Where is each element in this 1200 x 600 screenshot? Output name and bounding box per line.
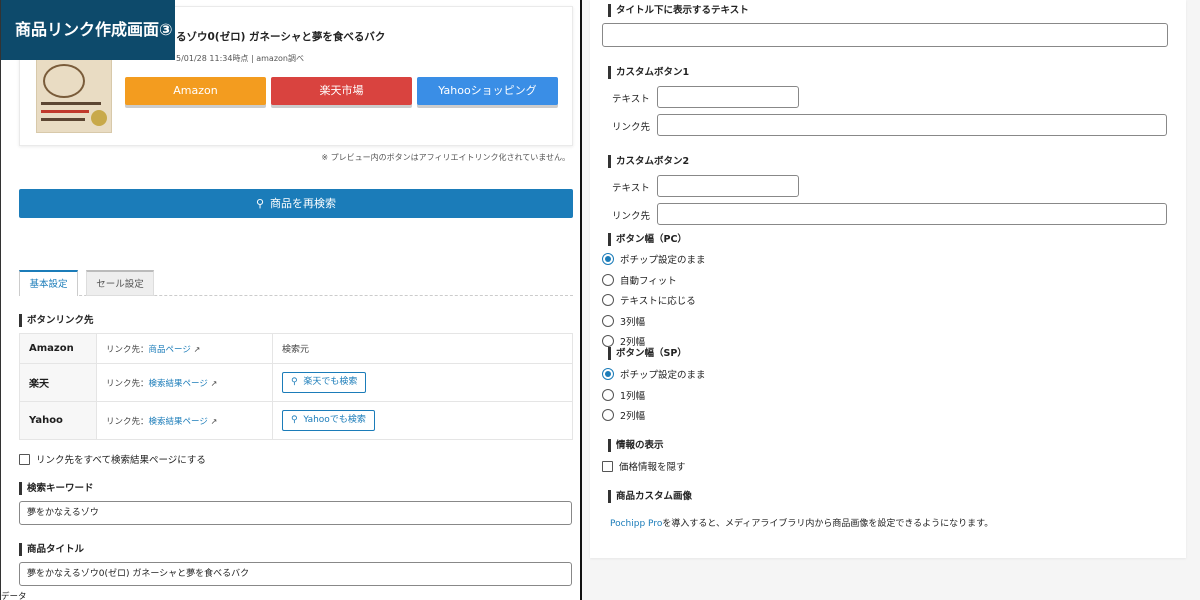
- custom-button-1-link-input[interactable]: [657, 114, 1167, 136]
- custom-button-1-text-input[interactable]: [657, 86, 799, 108]
- radio-button[interactable]: [602, 409, 614, 421]
- radio-pc-option-3[interactable]: 3列幅: [602, 314, 645, 328]
- table-row: Yahoo リンク先：検索結果ページ ↗ ⚲ Yahooでも検索: [19, 401, 573, 440]
- table-row: 楽天 リンク先：検索結果ページ ↗ ⚲ 楽天でも検索: [19, 363, 573, 402]
- left-panel: 商品リンク作成画面③ るゾウ0(ゼロ) ガネーシャと夢を食べるバク 5/01/2…: [0, 0, 580, 600]
- radio-sp-option-2[interactable]: 2列幅: [602, 408, 645, 422]
- search-icon: ⚲: [291, 415, 298, 425]
- checkbox[interactable]: [602, 460, 613, 472]
- pro-notice: Pochipp Proを導入すると、メディアライブラリ内から商品画像を設定できる…: [610, 516, 993, 529]
- checkbox[interactable]: [19, 453, 30, 465]
- radio-button[interactable]: [602, 294, 614, 306]
- radio-label: 自動フィット: [620, 276, 677, 287]
- external-link-icon: ↗: [210, 378, 218, 388]
- radio-button[interactable]: [602, 368, 614, 380]
- caption-badge: 商品リンク作成画面③: [1, 0, 175, 60]
- custom-button-2-text-input[interactable]: [657, 175, 799, 197]
- store-name: Yahoo: [19, 401, 97, 440]
- radio-label: テキストに応じる: [620, 296, 696, 307]
- radio-button[interactable]: [602, 253, 614, 265]
- amazon-button[interactable]: Amazon: [125, 77, 266, 105]
- radio-pc-option-0[interactable]: ポチップ設定のまま: [602, 252, 706, 266]
- search-result-link[interactable]: 検索結果ページ: [149, 417, 208, 427]
- right-panel: タイトル下に表示するテキスト カスタムボタン1 テキスト リンク先 カスタムボタ…: [582, 0, 1200, 600]
- radio-label: ポチップ設定のまま: [620, 370, 706, 381]
- external-link-icon: ↗: [210, 416, 218, 426]
- link-table: Amazon リンク先：商品ページ ↗ 検索元 楽天 リンク先：検索結果ページ …: [19, 333, 573, 440]
- radio-label: 2列幅: [620, 337, 646, 348]
- yahoo-search-button[interactable]: ⚲ Yahooでも検索: [282, 410, 375, 431]
- link-prefix: リンク先：: [106, 344, 149, 355]
- radio-pc-option-2[interactable]: テキストに応じる: [602, 293, 696, 307]
- radio-pc-option-4[interactable]: 2列幅: [602, 334, 645, 348]
- keyword-input[interactable]: 夢をかなえるゾウ: [19, 501, 572, 525]
- rakuten-search-button[interactable]: ⚲ 楽天でも検索: [282, 372, 367, 393]
- custom-button-2-text-label: テキスト: [612, 183, 650, 194]
- tab-basic-settings[interactable]: 基本設定: [19, 270, 78, 296]
- link-prefix: リンク先：: [106, 416, 149, 427]
- hide-price-label: 価格情報を隠す: [619, 462, 686, 473]
- preview-title: るゾウ0(ゼロ) ガネーシャと夢を食べるバク: [176, 31, 386, 43]
- external-link-icon: ↗: [193, 344, 201, 354]
- yahoo-search-label: Yahooでも検索: [303, 415, 366, 425]
- subtitle-text-input[interactable]: [602, 23, 1168, 47]
- table-row: Amazon リンク先：商品ページ ↗ 検索元: [19, 333, 573, 364]
- keyword-heading: 検索キーワード: [19, 482, 94, 495]
- all-search-checkbox-label: リンク先をすべて検索結果ページにする: [36, 455, 206, 466]
- radio-label: 2列幅: [620, 411, 646, 422]
- hide-price-checkbox-row[interactable]: 価格情報を隠す: [602, 459, 686, 473]
- radio-button[interactable]: [602, 335, 614, 347]
- research-button[interactable]: ⚲ 商品を再検索: [19, 189, 573, 218]
- subtitle-text-heading: タイトル下に表示するテキスト: [608, 4, 749, 17]
- radio-label: ポチップ設定のまま: [620, 255, 706, 266]
- custom-button-2-link-label: リンク先: [612, 211, 651, 222]
- search-result-link[interactable]: 検索結果ページ: [149, 379, 208, 389]
- custom-button-2-link-input[interactable]: [657, 203, 1167, 225]
- store-name: 楽天: [19, 363, 97, 402]
- product-page-link[interactable]: 商品ページ: [149, 345, 191, 355]
- custom-button-2-heading: カスタムボタン2: [608, 155, 689, 168]
- pochipp-pro-link[interactable]: Pochipp Pro: [610, 519, 662, 529]
- radio-pc-option-1[interactable]: 自動フィット: [602, 273, 677, 287]
- preview-meta: 5/01/28 11:34時点 | amazon調べ: [176, 54, 304, 63]
- settings-card: タイトル下に表示するテキスト カスタムボタン1 テキスト リンク先 カスタムボタ…: [590, 0, 1186, 558]
- radio-sp-option-0[interactable]: ポチップ設定のまま: [602, 367, 706, 381]
- search-icon: ⚲: [291, 377, 298, 387]
- pro-notice-text: を導入すると、メディアライブラリ内から商品画像を設定できるようになります。: [662, 519, 994, 529]
- custom-image-heading: 商品カスタム画像: [608, 490, 692, 503]
- info-display-heading: 情報の表示: [608, 439, 664, 452]
- book-cover-image: [36, 59, 112, 133]
- radio-label: 3列幅: [620, 317, 646, 328]
- button-width-sp-heading: ボタン幅（SP）: [608, 347, 691, 360]
- research-button-label: 商品を再検索: [270, 197, 337, 210]
- product-title-input[interactable]: 夢をかなえるゾウ0(ゼロ) ガネーシャと夢を食べるバク: [19, 562, 572, 586]
- product-title-heading: 商品タイトル: [19, 543, 84, 556]
- search-source-header: 検索元: [272, 333, 573, 364]
- rakuten-button[interactable]: 楽天市場: [271, 77, 412, 105]
- radio-button[interactable]: [602, 389, 614, 401]
- custom-button-1-link-label: リンク先: [612, 122, 651, 133]
- radio-sp-option-1[interactable]: 1列幅: [602, 388, 645, 402]
- radio-button[interactable]: [602, 274, 614, 286]
- yahoo-shopping-button[interactable]: Yahooショッピング: [417, 77, 558, 105]
- search-icon: ⚲: [255, 197, 265, 210]
- tab-sale-settings[interactable]: セール設定: [86, 270, 154, 296]
- store-name: Amazon: [19, 333, 97, 364]
- rakuten-search-label: 楽天でも検索: [303, 377, 358, 387]
- radio-button[interactable]: [602, 315, 614, 327]
- all-search-checkbox-row[interactable]: リンク先をすべて検索結果ページにする: [19, 452, 206, 466]
- custom-button-1-heading: カスタムボタン1: [608, 66, 689, 79]
- radio-label: 1列幅: [620, 391, 646, 402]
- custom-button-1-text-label: テキスト: [612, 94, 650, 105]
- preview-note: ※ プレビュー内のボタンはアフィリエイトリンク化されていません。: [321, 153, 570, 162]
- button-width-pc-heading: ボタン幅（PC）: [608, 233, 687, 246]
- cut-off-label: データ: [1, 592, 27, 600]
- settings-tabs: 基本設定 セール設定: [19, 270, 573, 296]
- link-section-heading: ボタンリンク先: [19, 314, 94, 327]
- link-prefix: リンク先：: [106, 378, 149, 389]
